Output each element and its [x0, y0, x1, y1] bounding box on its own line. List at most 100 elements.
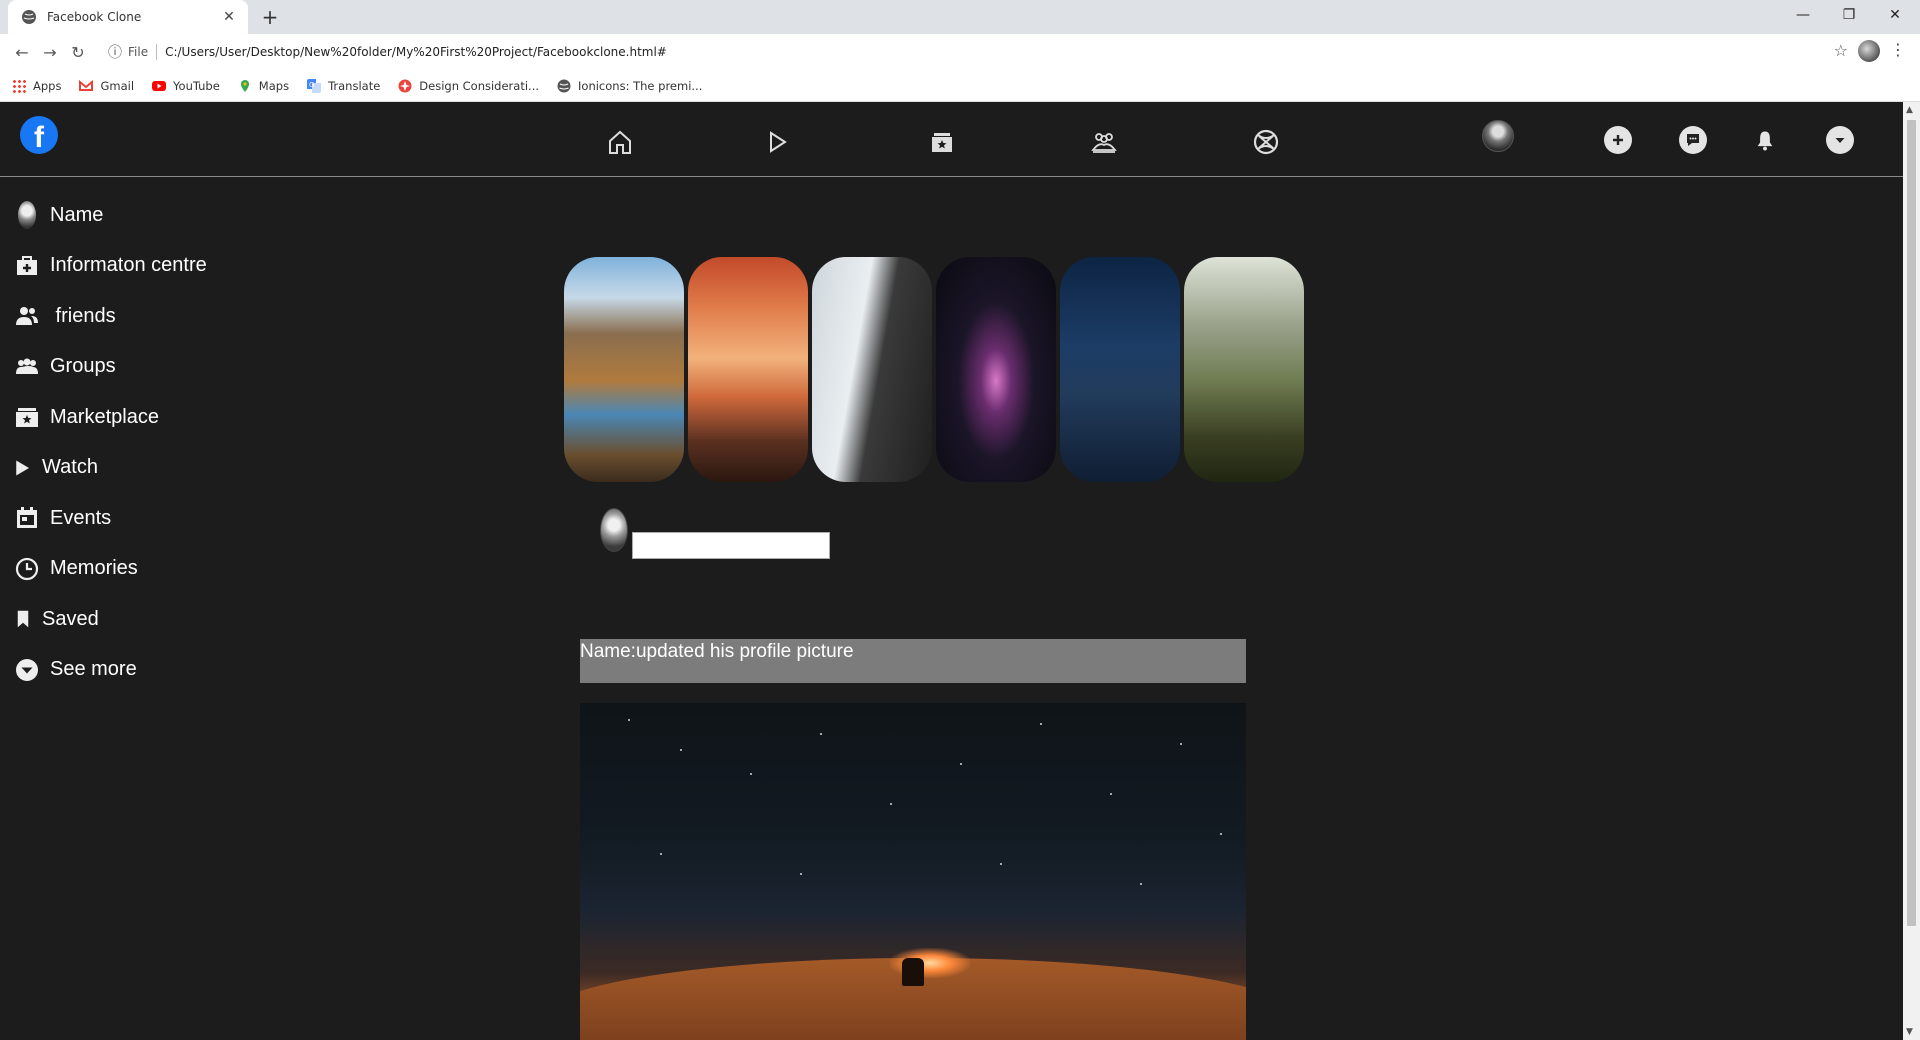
- page-viewport: f Name Informaton centre friends Groups …: [0, 102, 1903, 1040]
- groups-icon: [14, 354, 40, 380]
- sidebar-item-label: Saved: [42, 607, 99, 630]
- gmail-icon: [79, 79, 94, 91]
- sidebar-item-label: Events: [50, 506, 112, 529]
- tab-facebook-clone[interactable]: Facebook Clone ✕: [8, 0, 248, 34]
- chevron-down-circle-icon: [14, 657, 40, 683]
- marketplace-icon: [14, 404, 40, 430]
- file-label: File: [128, 45, 149, 59]
- play-icon: [14, 455, 32, 481]
- facebook-header: f: [0, 102, 1903, 177]
- bookmark-ionicons[interactable]: Ionicons: The premi...: [557, 79, 702, 93]
- sidebar-item-friends[interactable]: friends: [14, 291, 414, 342]
- sidebar-item-label: Watch: [42, 456, 98, 479]
- page-scrollbar[interactable]: ▲ ▼: [1903, 102, 1920, 1040]
- tab-strip: Facebook Clone ✕ + — ❐ ✕: [0, 0, 1920, 34]
- header-profile-avatar[interactable]: [1482, 120, 1514, 152]
- address-bar[interactable]: ⓘ File C:/Users/User/Desktop/New%20folde…: [108, 38, 1832, 66]
- bookmark-label: Design Considerati...: [419, 78, 540, 93]
- bookmark-label: Maps: [258, 78, 290, 93]
- story-card[interactable]: [1184, 257, 1304, 482]
- apps-grid-icon: [12, 78, 26, 93]
- stories-row: [564, 257, 1308, 482]
- messenger-icon[interactable]: [1679, 126, 1707, 154]
- bookmark-label: Translate: [328, 78, 381, 93]
- story-card[interactable]: [688, 257, 808, 482]
- omnibox-separator: [156, 44, 158, 60]
- sidebar-item-name[interactable]: Name: [14, 190, 414, 241]
- scroll-down-icon[interactable]: ▼: [1906, 1027, 1913, 1037]
- sidebar-item-label: Marketplace: [50, 405, 159, 428]
- sidebar-item-watch[interactable]: Watch: [14, 443, 414, 494]
- bookmarks-bar: Apps Gmail YouTube Maps G Translate Desi…: [0, 70, 1920, 102]
- minimize-button[interactable]: —: [1780, 0, 1826, 30]
- person-silhouette: [902, 958, 924, 986]
- back-button[interactable]: ←: [8, 38, 36, 66]
- scroll-up-icon[interactable]: ▲: [1906, 105, 1913, 115]
- bookmark-label: Ionicons: The premi...: [578, 78, 703, 93]
- sidebar-item-saved[interactable]: Saved: [14, 594, 414, 645]
- left-sidebar: Name Informaton centre friends Groups Ma…: [14, 190, 414, 695]
- sidebar-item-events[interactable]: Events: [14, 493, 414, 544]
- bookmark-youtube[interactable]: YouTube: [152, 79, 220, 93]
- close-window-button[interactable]: ✕: [1872, 0, 1918, 30]
- new-tab-button[interactable]: +: [258, 5, 282, 29]
- avatar: [14, 201, 40, 230]
- site-info-icon[interactable]: ⓘ: [108, 42, 122, 62]
- medkit-icon: [14, 253, 40, 279]
- facebook-logo[interactable]: f: [20, 116, 58, 154]
- post-composer-input[interactable]: [632, 532, 830, 559]
- maps-icon: [240, 79, 249, 92]
- profile-avatar[interactable]: [1858, 40, 1880, 62]
- caret-down-icon[interactable]: [1826, 126, 1854, 154]
- globe-icon: [22, 10, 36, 24]
- watch-play-icon[interactable]: [757, 122, 797, 162]
- friends-icon: [14, 303, 40, 329]
- scrollbar-thumb[interactable]: [1907, 120, 1916, 926]
- story-card[interactable]: [936, 257, 1056, 482]
- bookmark-design-considerations[interactable]: Design Considerati...: [398, 79, 539, 93]
- sidebar-item-label: friends: [50, 304, 116, 327]
- globe-icon: [557, 79, 571, 92]
- url-text[interactable]: C:/Users/User/Desktop/New%20folder/My%20…: [165, 45, 667, 59]
- bookmark-label: Apps: [33, 78, 62, 93]
- restore-button[interactable]: ❐: [1826, 0, 1872, 30]
- sidebar-item-see-more[interactable]: See more: [14, 645, 414, 696]
- composer-avatar: [600, 508, 628, 552]
- tab-close-icon[interactable]: ✕: [220, 9, 238, 25]
- translate-icon: G: [307, 78, 322, 93]
- sidebar-item-marketplace[interactable]: Marketplace: [14, 392, 414, 443]
- story-card[interactable]: [1060, 257, 1180, 482]
- youtube-icon: [152, 80, 167, 91]
- bell-icon[interactable]: [1751, 126, 1779, 154]
- reload-button[interactable]: ↻: [64, 38, 92, 66]
- calendar-icon: [14, 505, 40, 531]
- sidebar-item-information-centre[interactable]: Informaton centre: [14, 241, 414, 292]
- forward-button[interactable]: →: [36, 38, 64, 66]
- sidebar-item-label: See more: [50, 658, 137, 681]
- bookmark-star-icon[interactable]: ☆: [1834, 41, 1848, 60]
- sidebar-item-memories[interactable]: Memories: [14, 544, 414, 595]
- home-icon[interactable]: [600, 122, 640, 162]
- bookmark-label: YouTube: [173, 78, 220, 93]
- bookmark-label: Gmail: [100, 78, 135, 93]
- svg-text:G: G: [309, 81, 314, 89]
- sidebar-item-label: Name: [50, 203, 104, 226]
- bookmark-translate[interactable]: G Translate: [307, 78, 381, 93]
- add-icon[interactable]: [1604, 126, 1632, 154]
- post-header: Name:updated his profile picture: [580, 639, 1246, 683]
- sidebar-item-groups[interactable]: Groups: [14, 342, 414, 393]
- sidebar-item-label: Informaton centre: [50, 254, 207, 277]
- sidebar-item-label: Memories: [50, 557, 138, 580]
- marketplace-icon[interactable]: [922, 122, 962, 162]
- bookmark-apps[interactable]: Apps: [12, 78, 62, 93]
- design-icon: [398, 79, 412, 92]
- bookmark-maps[interactable]: Maps: [238, 79, 289, 93]
- story-card[interactable]: [812, 257, 932, 482]
- post-image[interactable]: [580, 703, 1246, 1040]
- bookmark-gmail[interactable]: Gmail: [79, 79, 134, 93]
- groups-icon[interactable]: [1084, 122, 1124, 162]
- sidebar-item-label: Groups: [50, 355, 116, 378]
- story-card[interactable]: [564, 257, 684, 482]
- browser-menu-icon[interactable]: ⋮: [1890, 40, 1906, 59]
- gaming-icon[interactable]: [1246, 122, 1286, 162]
